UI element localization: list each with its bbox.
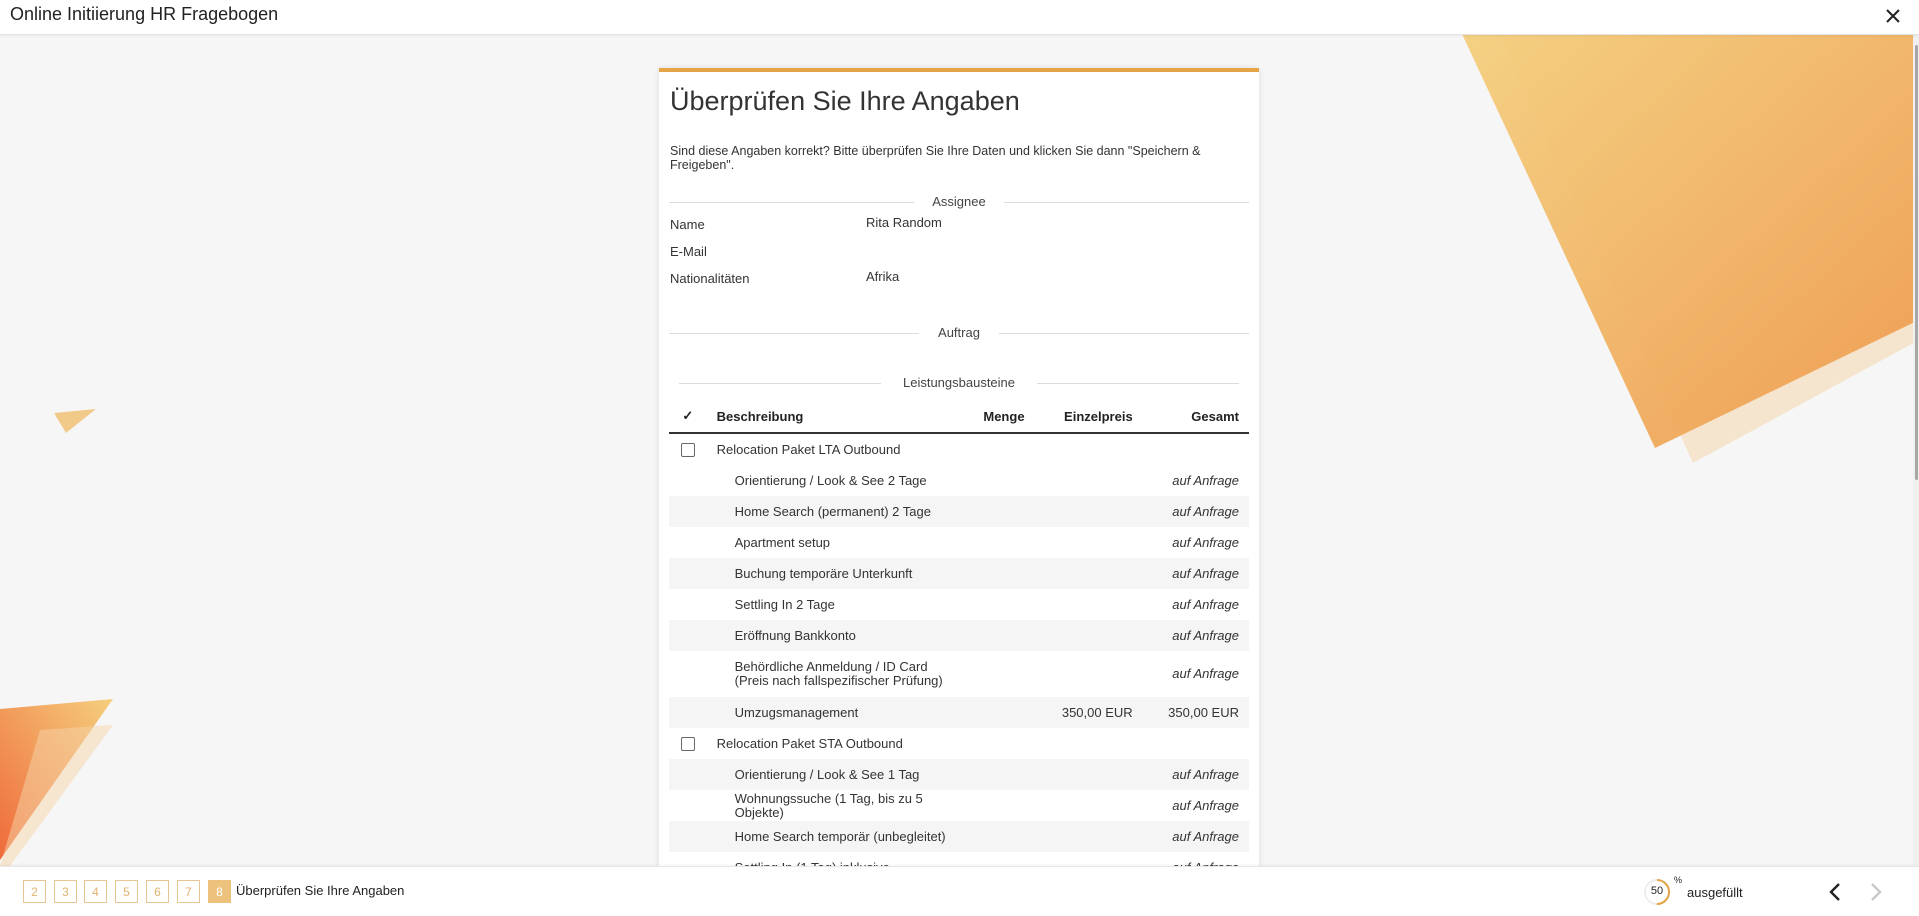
progress-label: ausgefüllt [1687,885,1743,900]
row-unit-price [1035,589,1143,620]
field-label-name: Name [670,217,705,232]
row-description: Relocation Paket STA Outbound [706,728,957,759]
progress-value: 50 [1650,885,1664,897]
section-label-auftrag: Auftrag [938,325,980,340]
current-step-label: Überprüfen Sie Ihre Angaben [236,883,405,898]
row-description: Orientierung / Look & See 1 Tag [706,759,957,790]
row-unit-price [1034,728,1143,759]
row-total: auf Anfrage [1172,666,1239,681]
row-unit-price [1034,558,1143,589]
row-total: auf Anfrage [1142,558,1249,589]
row-unit-price [1034,496,1143,527]
row-description: Umzugsmanagement [706,697,957,728]
section-divider-leistungsbausteine: Leistungsbausteine [679,375,1239,390]
row-description: Apartment setup [734,535,831,550]
bottom-bar: 2 3 4 5 6 7 8 Überprüfen Sie Ihre Angabe… [0,866,1919,916]
row-description: Behördliche Anmeldung / ID Card (Preis n… [734,659,943,688]
row-total: auf Anfrage [1142,759,1249,790]
progress-unit: % [1674,875,1683,885]
table-row: Home Search temporär (unbegleitet) auf A… [669,821,1249,852]
table-row: Behördliche Anmeldung / ID Card (Preis n… [669,651,1249,697]
field-value-name: Rita Random [866,215,942,230]
row-unit-price: 350,00 EUR [1034,697,1143,728]
step-button-5[interactable]: 5 [115,880,138,903]
table-row: Eröffnung Bankkonto auf Anfrage [669,620,1249,651]
table-row: Umzugsmanagement 350,00 EUR 350,00 EUR [669,697,1249,728]
intro-text: Sind diese Angaben korrekt? Bitte überpr… [670,144,1201,172]
field-label-email: E-Mail [670,244,707,259]
section-divider-assignee: Assignee [669,194,1249,209]
table-row: Settling In 2 Tage auf Anfrage [669,589,1249,620]
row-unit-price [1035,465,1143,496]
row-unit-price [1034,620,1143,651]
page-title: Überprüfen Sie Ihre Angaben [670,86,1020,116]
row-description: Relocation Paket LTA Outbound [706,433,957,465]
review-card: Überprüfen Sie Ihre Angaben Sind diese A… [659,68,1259,872]
table-row: Apartment setup auf Anfrage [669,527,1249,558]
row-unit-price [1034,759,1143,790]
package-checkbox[interactable] [680,443,695,458]
row-description: Orientierung / Look & See 2 Tage [734,473,927,488]
row-unit-price [1035,527,1143,558]
row-unit-price [1035,790,1143,821]
row-total: auf Anfrage [1172,597,1239,612]
field-value-nationalities: Afrika [866,269,900,284]
step-button-8[interactable]: 8 [208,880,231,903]
row-description: Wohnungssuche (1 Tag, bis zu 5 Objekte) [734,790,923,820]
step-button-4[interactable]: 4 [84,880,107,903]
close-icon [1886,9,1900,23]
table-row: Orientierung / Look & See 1 Tag auf Anfr… [669,759,1249,790]
table-row: Orientierung / Look & See 2 Tage auf Anf… [669,465,1249,496]
step-button-7[interactable]: 7 [177,880,200,903]
row-description: Buchung temporäre Unterkunft [706,558,957,589]
row-description: Home Search (permanent) 2 Tage [706,496,957,527]
field-label-nationalities: Nationalitäten [670,271,750,286]
table-row: Home Search (permanent) 2 Tage auf Anfra… [669,496,1249,527]
previous-button[interactable] [1822,879,1848,905]
chevron-left-icon [1829,883,1840,901]
row-total [1142,433,1249,465]
services-table: ✓ Beschreibung Menge Einzelpreis Gesamt … [669,400,1249,872]
row-unit-price [1034,821,1143,852]
row-total: auf Anfrage [1172,473,1239,488]
row-description: Home Search temporär (unbegleitet) [706,821,957,852]
row-unit-price [1035,651,1143,697]
row-description: Eröffnung Bankkonto [706,620,957,651]
column-header-unit-price: Einzelpreis [1034,400,1143,434]
section-divider-auftrag: Auftrag [669,325,1249,340]
table-header-row: ✓ Beschreibung Menge Einzelpreis Gesamt [669,400,1249,434]
table-row: Wohnungssuche (1 Tag, bis zu 5 Objekte) … [669,790,1249,821]
column-header-description: Beschreibung [706,400,957,434]
scrollbar-thumb[interactable] [1915,45,1918,480]
next-button[interactable] [1863,879,1889,905]
table-row: Buchung temporäre Unterkunft auf Anfrage [669,558,1249,589]
close-button[interactable] [1881,4,1905,28]
package-checkbox[interactable] [680,737,695,752]
step-button-6[interactable]: 6 [146,880,169,903]
row-total: auf Anfrage [1142,821,1249,852]
row-total [1142,728,1249,759]
step-button-2[interactable]: 2 [23,880,46,903]
row-total: auf Anfrage [1172,798,1239,813]
section-label-assignee: Assignee [932,194,986,209]
row-total: auf Anfrage [1172,535,1239,550]
table-row-package: Relocation Paket STA Outbound [669,728,1249,759]
app-title: Online Initiierung HR Fragebogen [10,4,279,24]
row-unit-price [1034,433,1143,465]
row-description: Settling In 2 Tage [734,597,835,612]
column-header-check: ✓ [669,400,707,434]
row-total: 350,00 EUR [1142,697,1249,728]
row-total: auf Anfrage [1142,496,1249,527]
table-row-package: Relocation Paket LTA Outbound [669,433,1249,465]
column-header-total: Gesamt [1142,400,1249,434]
chevron-right-icon [1871,883,1882,901]
row-total: auf Anfrage [1142,620,1249,651]
column-header-quantity: Menge [956,400,1035,434]
top-bar: Online Initiierung HR Fragebogen [0,0,1919,35]
section-label-leistungsbausteine: Leistungsbausteine [902,375,1016,390]
step-button-3[interactable]: 3 [54,880,77,903]
